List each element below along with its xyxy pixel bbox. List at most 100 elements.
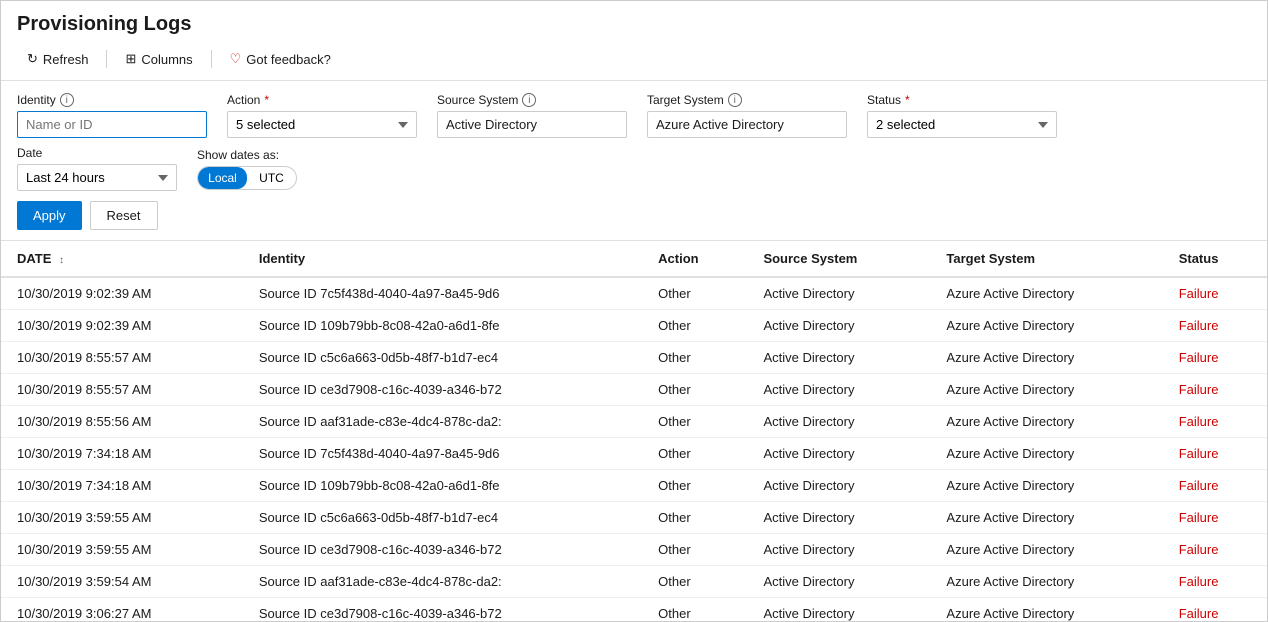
identity-info-icon[interactable]: i (60, 93, 74, 107)
refresh-icon: ↻ (27, 51, 38, 67)
cell-identity: Source ID ce3d7908-c16c-4039-a346-b72 (243, 534, 642, 566)
cell-identity: Source ID 7c5f438d-4040-4a97-8a45-9d6 (243, 438, 642, 470)
table-row[interactable]: 10/30/2019 7:34:18 AMSource ID 109b79bb-… (1, 470, 1267, 502)
cell-identity: Source ID 109b79bb-8c08-42a0-a6d1-8fe (243, 470, 642, 502)
action-filter-group: Action * 5 selected (227, 93, 417, 138)
filters-section: Identity i Action * 5 selected Source Sy… (1, 81, 1267, 241)
cell-target-system: Azure Active Directory (930, 310, 1162, 342)
cell-date: 10/30/2019 3:59:55 AM (1, 534, 243, 566)
cell-target-system: Azure Active Directory (930, 374, 1162, 406)
cell-action: Other (642, 438, 747, 470)
cell-identity: Source ID ce3d7908-c16c-4039-a346-b72 (243, 374, 642, 406)
table-row[interactable]: 10/30/2019 9:02:39 AMSource ID 109b79bb-… (1, 310, 1267, 342)
source-system-label: Source System i (437, 93, 627, 107)
cell-status: Failure (1163, 277, 1267, 310)
filters-row2: Date Last 24 hours Show dates as: Local … (17, 146, 1251, 191)
toolbar-divider-2 (211, 50, 212, 68)
toolbar-divider-1 (106, 50, 107, 68)
cell-action: Other (642, 598, 747, 622)
table-row[interactable]: 10/30/2019 9:02:39 AMSource ID 7c5f438d-… (1, 277, 1267, 310)
identity-filter-group: Identity i (17, 93, 207, 138)
table-row[interactable]: 10/30/2019 7:34:18 AMSource ID 7c5f438d-… (1, 438, 1267, 470)
cell-date: 10/30/2019 9:02:39 AM (1, 310, 243, 342)
cell-status: Failure (1163, 374, 1267, 406)
table-row[interactable]: 10/30/2019 3:59:54 AMSource ID aaf31ade-… (1, 566, 1267, 598)
cell-action: Other (642, 502, 747, 534)
cell-target-system: Azure Active Directory (930, 406, 1162, 438)
table-container: DATE ↕ Identity Action Source System Tar… (1, 241, 1267, 621)
reset-button[interactable]: Reset (90, 201, 158, 230)
table-row[interactable]: 10/30/2019 8:55:57 AMSource ID ce3d7908-… (1, 374, 1267, 406)
status-select[interactable]: 2 selected (867, 111, 1057, 138)
table-row[interactable]: 10/30/2019 3:06:27 AMSource ID ce3d7908-… (1, 598, 1267, 622)
table-header-row: DATE ↕ Identity Action Source System Tar… (1, 241, 1267, 277)
identity-label: Identity i (17, 93, 207, 107)
source-system-info-icon[interactable]: i (522, 93, 536, 107)
cell-status: Failure (1163, 470, 1267, 502)
toolbar: ↻ Refresh ⊞ Columns ♡ Got feedback? (17, 46, 1251, 72)
table-row[interactable]: 10/30/2019 8:55:57 AMSource ID c5c6a663-… (1, 342, 1267, 374)
cell-target-system: Azure Active Directory (930, 470, 1162, 502)
cell-source-system: Active Directory (747, 438, 930, 470)
cell-action: Other (642, 310, 747, 342)
table-row[interactable]: 10/30/2019 3:59:55 AMSource ID ce3d7908-… (1, 534, 1267, 566)
source-system-value: Active Directory (437, 111, 627, 138)
apply-button[interactable]: Apply (17, 201, 82, 230)
identity-input[interactable] (17, 111, 207, 138)
cell-identity: Source ID aaf31ade-c83e-4dc4-878c-da2: (243, 406, 642, 438)
table-body: 10/30/2019 9:02:39 AM Source ID 7c5f438d-… (1, 277, 1267, 621)
table-row[interactable]: 10/30/2019 3:59:55 AMSource ID c5c6a663-… (1, 502, 1267, 534)
col-date[interactable]: DATE ↕ (1, 241, 243, 277)
toggle-utc[interactable]: UTC (247, 167, 296, 189)
action-label: Action * (227, 93, 417, 107)
cell-date: 10/30/2019 8:55:57 AM (1, 342, 243, 374)
cell-action: Other (642, 374, 747, 406)
cell-date: 10/30/2019 3:06:27 AM (1, 598, 243, 622)
columns-button[interactable]: ⊞ Columns (115, 46, 202, 72)
cell-target-system: Azure Active Directory (930, 277, 1162, 310)
refresh-button[interactable]: ↻ Refresh (17, 46, 98, 72)
col-action[interactable]: Action (642, 241, 747, 277)
status-required: * (905, 93, 910, 107)
cell-source-system: Active Directory (747, 534, 930, 566)
col-status[interactable]: Status (1163, 241, 1267, 277)
cell-source-system: Active Directory (747, 566, 930, 598)
cell-identity: Source ID c5c6a663-0d5b-48f7-b1d7-ec4 (243, 502, 642, 534)
col-target-system[interactable]: Target System (930, 241, 1162, 277)
cell-status: Failure (1163, 310, 1267, 342)
cell-target-system: Azure Active Directory (930, 502, 1162, 534)
status-label: Status * (867, 93, 1057, 107)
target-system-filter-group: Target System i Azure Active Directory (647, 93, 847, 138)
col-identity[interactable]: Identity (243, 241, 642, 277)
cell-date: 10/30/2019 7:34:18 AM (1, 438, 243, 470)
action-select[interactable]: 5 selected (227, 111, 417, 138)
cell-source-system: Active Directory (747, 502, 930, 534)
toggle-local[interactable]: Local (198, 167, 247, 189)
cell-action: Other (642, 566, 747, 598)
table-row[interactable]: 10/30/2019 8:55:56 AMSource ID aaf31ade-… (1, 406, 1267, 438)
cell-source-system: Active Directory (747, 406, 930, 438)
filters-row1: Identity i Action * 5 selected Source Sy… (17, 93, 1251, 138)
cell-source-system: Active Directory (747, 470, 930, 502)
cell-status: Failure (1163, 598, 1267, 622)
cell-status: Failure (1163, 406, 1267, 438)
cell-action: Other (642, 277, 747, 310)
cell-identity: Source ID 109b79bb-8c08-42a0-a6d1-8fe (243, 310, 642, 342)
source-system-filter-group: Source System i Active Directory (437, 93, 627, 138)
cell-status: Failure (1163, 534, 1267, 566)
target-system-info-icon[interactable]: i (728, 93, 742, 107)
cell-action: Other (642, 534, 747, 566)
date-select[interactable]: Last 24 hours (17, 164, 177, 191)
cell-source-system: Active Directory (747, 277, 930, 310)
show-dates-toggle: Local UTC (197, 166, 297, 190)
page-title: Provisioning Logs (17, 13, 1251, 36)
feedback-button[interactable]: ♡ Got feedback? (220, 46, 341, 72)
cell-target-system: Azure Active Directory (930, 598, 1162, 622)
cell-action: Other (642, 342, 747, 374)
action-buttons-row: Apply Reset (17, 201, 1251, 230)
cell-source-system: Active Directory (747, 374, 930, 406)
cell-date: 10/30/2019 9:02:39 AM (1, 277, 243, 310)
cell-date: 10/30/2019 3:59:55 AM (1, 502, 243, 534)
cell-target-system: Azure Active Directory (930, 438, 1162, 470)
col-source-system[interactable]: Source System (747, 241, 930, 277)
